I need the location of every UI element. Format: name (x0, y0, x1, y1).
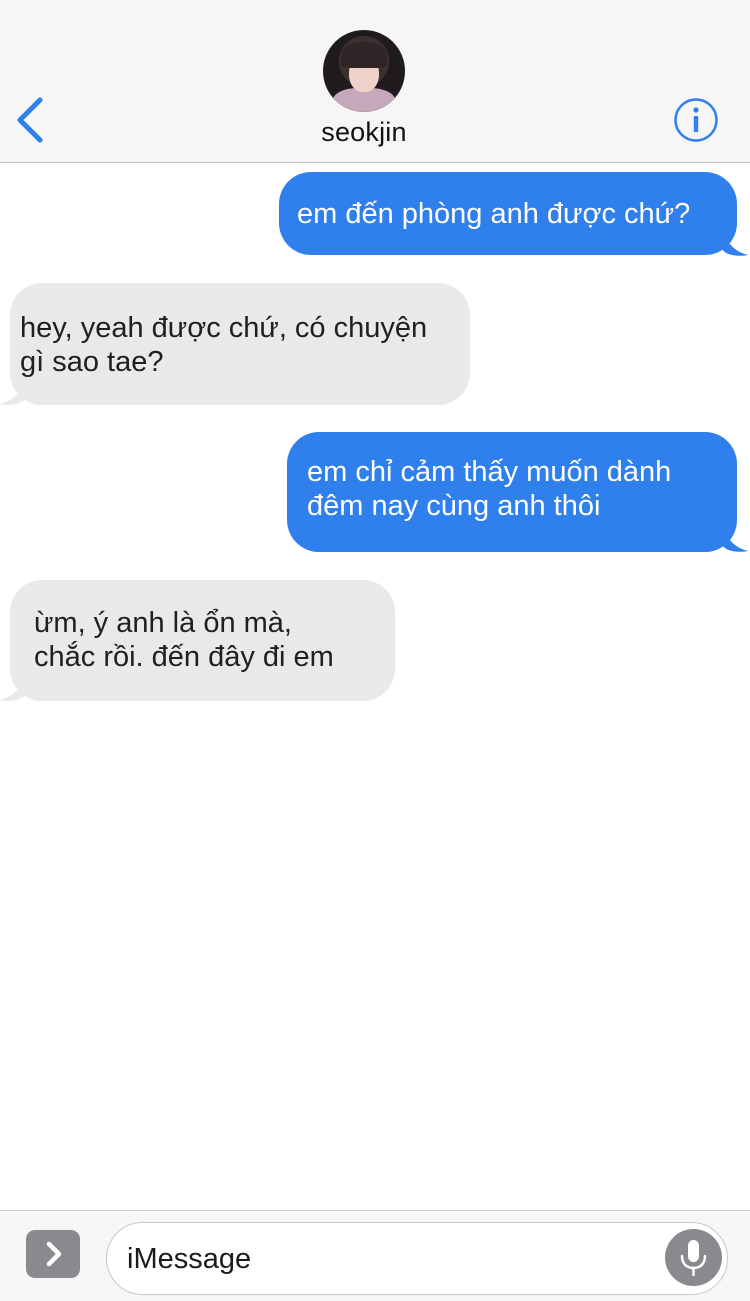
message-input[interactable]: iMessage (106, 1222, 728, 1295)
message-bubble-received[interactable]: ừm, ý anh là ổn mà, chắc rồi. đến đây đi… (10, 580, 395, 701)
contact-name[interactable]: seokjin (0, 117, 728, 148)
message-text: em chỉ cảm thấy muốn dành đêm nay cùng a… (307, 456, 672, 522)
avatar-hair (341, 42, 387, 68)
conversation-header: seokjin (0, 0, 750, 163)
info-icon[interactable] (673, 97, 719, 143)
microphone-button[interactable] (665, 1229, 722, 1286)
message-text: hey, yeah được chứ, có chuyện gì sao tae… (20, 312, 428, 378)
microphone-icon (680, 1240, 707, 1277)
chevron-right-icon (46, 1241, 62, 1267)
message-text: em đến phòng anh được chứ? (297, 198, 691, 230)
message-bubble-sent[interactable]: em chỉ cảm thấy muốn dành đêm nay cùng a… (287, 432, 737, 552)
apps-button[interactable] (26, 1230, 80, 1278)
message-input-placeholder: iMessage (127, 1243, 252, 1275)
avatar[interactable] (323, 30, 405, 112)
message-bubble-received[interactable]: hey, yeah được chứ, có chuyện gì sao tae… (10, 283, 470, 405)
message-text: ừm, ý anh là ổn mà, chắc rồi. đến đây đi… (34, 607, 334, 673)
message-bubble-sent[interactable]: em đến phòng anh được chứ? (279, 172, 737, 255)
composer-bar: iMessage (0, 1210, 750, 1301)
